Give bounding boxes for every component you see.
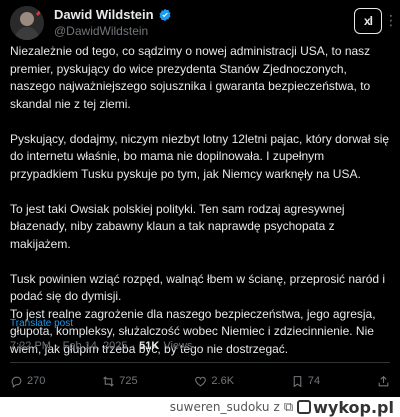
- translate-post-link[interactable]: Translate post: [10, 318, 73, 329]
- like-button[interactable]: 2.6K: [194, 375, 234, 388]
- meta-separator: ·: [131, 340, 136, 352]
- tweet-paragraph: Niezależnie od tego, co sądzimy o nowej …: [10, 44, 371, 111]
- post-meta: 7:22 PM · Feb 14, 2025 · 51K Views: [10, 340, 193, 352]
- post-date[interactable]: Feb 14, 2025: [63, 340, 128, 352]
- more-options-icon[interactable]: ⋮: [384, 8, 398, 32]
- avatar[interactable]: [10, 6, 44, 40]
- author-name[interactable]: Dawid Wildstein: [54, 7, 154, 22]
- meta-separator: ·: [54, 340, 59, 352]
- post-time[interactable]: 7:22 PM: [10, 340, 51, 352]
- x-logo-button[interactable]: xl: [354, 8, 382, 34]
- verified-badge-icon: [159, 8, 171, 21]
- tweet-paragraph: To jest taki Owsiak polskiej polityki. T…: [10, 201, 345, 251]
- wykop-icon: [297, 400, 312, 414]
- author-handle[interactable]: @DawidWildstein: [54, 24, 148, 38]
- like-count: 2.6K: [211, 375, 235, 387]
- reply-button[interactable]: 270: [10, 375, 45, 388]
- share-icon: [378, 375, 389, 386]
- views-label: Views: [163, 340, 193, 352]
- wykop-logo: wykop.pl: [297, 398, 394, 417]
- heart-icon: [195, 376, 207, 386]
- copy-icon: ⧉: [283, 399, 294, 415]
- wykop-site: wykop.pl: [313, 397, 394, 417]
- footer-z: z: [273, 400, 280, 414]
- bookmark-button[interactable]: 74: [291, 375, 320, 388]
- action-bar: 270 725 2.6K 74: [10, 372, 390, 390]
- repost-button[interactable]: 725: [102, 375, 138, 388]
- avatar-image: [10, 6, 44, 40]
- repost-count: 725: [119, 375, 138, 387]
- reply-icon: [11, 376, 22, 388]
- bookmark-icon: [293, 375, 302, 387]
- tweet-card: Dawid Wildstein @DawidWildstein xl ⋮ Nie…: [0, 0, 400, 397]
- footer-username: suweren_sudoku: [169, 400, 270, 414]
- share-button[interactable]: [377, 375, 390, 388]
- tweet-text: Niezależnie od tego, co sądzimy o nowej …: [10, 43, 390, 358]
- tweet-paragraph: Pyskujący, dodajmy, niczym niezbyt lotny…: [10, 131, 390, 181]
- divider: [10, 362, 390, 363]
- author-name-row[interactable]: Dawid Wildstein: [54, 7, 172, 22]
- tweet-paragraph: Tusk powinien wziąć rozpęd, walnąć łbem …: [10, 271, 386, 304]
- watermark-footer: suweren_sudoku z ⧉ wykop.pl: [0, 397, 400, 417]
- repost-icon: [103, 375, 114, 387]
- views-count[interactable]: 51K: [139, 340, 159, 352]
- reply-count: 270: [27, 375, 46, 387]
- bookmark-count: 74: [307, 375, 321, 387]
